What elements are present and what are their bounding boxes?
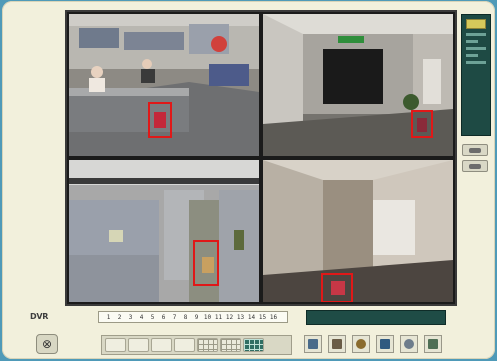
channel-button[interactable]: 13	[235, 314, 246, 321]
layout-selector	[101, 335, 292, 355]
info-line	[466, 61, 486, 64]
info-line	[466, 33, 486, 36]
channel-button[interactable]: 9	[191, 314, 202, 321]
layout-quad-button[interactable]	[128, 338, 149, 352]
info-panel	[461, 14, 491, 136]
brand-label: DVR	[30, 312, 49, 321]
channel-button[interactable]: 15	[257, 314, 268, 321]
layout-single-button[interactable]	[105, 338, 126, 352]
channel-button[interactable]: 1	[103, 314, 114, 321]
playback-icon[interactable]	[328, 335, 346, 353]
channel-button[interactable]: 10	[202, 314, 213, 321]
camera-4-scene	[263, 160, 453, 302]
channel-button[interactable]: 4	[136, 314, 147, 321]
camera-3-scene	[69, 160, 259, 302]
detection-box	[148, 102, 172, 138]
status-display	[306, 310, 446, 325]
layout-nine-button[interactable]	[197, 338, 218, 352]
detection-box	[193, 240, 219, 286]
layout-thirteen-button[interactable]	[220, 338, 241, 352]
record-icon[interactable]	[304, 335, 322, 353]
info-line	[466, 47, 486, 50]
camera-view-3[interactable]	[69, 160, 259, 302]
layout-six-button[interactable]	[151, 338, 172, 352]
layout-sixteen-button[interactable]	[243, 338, 264, 352]
channel-button[interactable]: 3	[125, 314, 136, 321]
channel-button[interactable]: 16	[268, 314, 279, 321]
search-icon[interactable]	[352, 335, 370, 353]
info-line	[466, 40, 478, 43]
channel-button[interactable]: 5	[147, 314, 158, 321]
camera-grid	[65, 10, 457, 306]
channel-button[interactable]: 8	[180, 314, 191, 321]
camera-settings-button[interactable]	[462, 160, 488, 172]
camera-view-1[interactable]	[69, 14, 259, 156]
camera-view-2[interactable]	[263, 14, 453, 156]
channel-button[interactable]: 11	[213, 314, 224, 321]
save-icon[interactable]	[376, 335, 394, 353]
brand-logo	[466, 19, 486, 29]
power-button[interactable]: ⊗	[36, 334, 58, 354]
detection-box	[411, 110, 433, 138]
channel-selector[interactable]: 1 2 3 4 5 6 7 8 9 10 11 12 13 14 15 16	[98, 311, 288, 323]
channel-button[interactable]: 2	[114, 314, 125, 321]
detection-box	[321, 273, 353, 302]
channel-button[interactable]: 7	[169, 314, 180, 321]
info-line	[466, 54, 478, 57]
channel-button[interactable]: 6	[158, 314, 169, 321]
channel-button[interactable]: 12	[224, 314, 235, 321]
channel-button[interactable]: 14	[246, 314, 257, 321]
toolbar	[304, 335, 442, 353]
backup-icon[interactable]	[400, 335, 418, 353]
layout-eight-button[interactable]	[174, 338, 195, 352]
network-icon[interactable]	[424, 335, 442, 353]
camera-view-4[interactable]	[263, 160, 453, 302]
ptz-button[interactable]	[462, 144, 488, 156]
